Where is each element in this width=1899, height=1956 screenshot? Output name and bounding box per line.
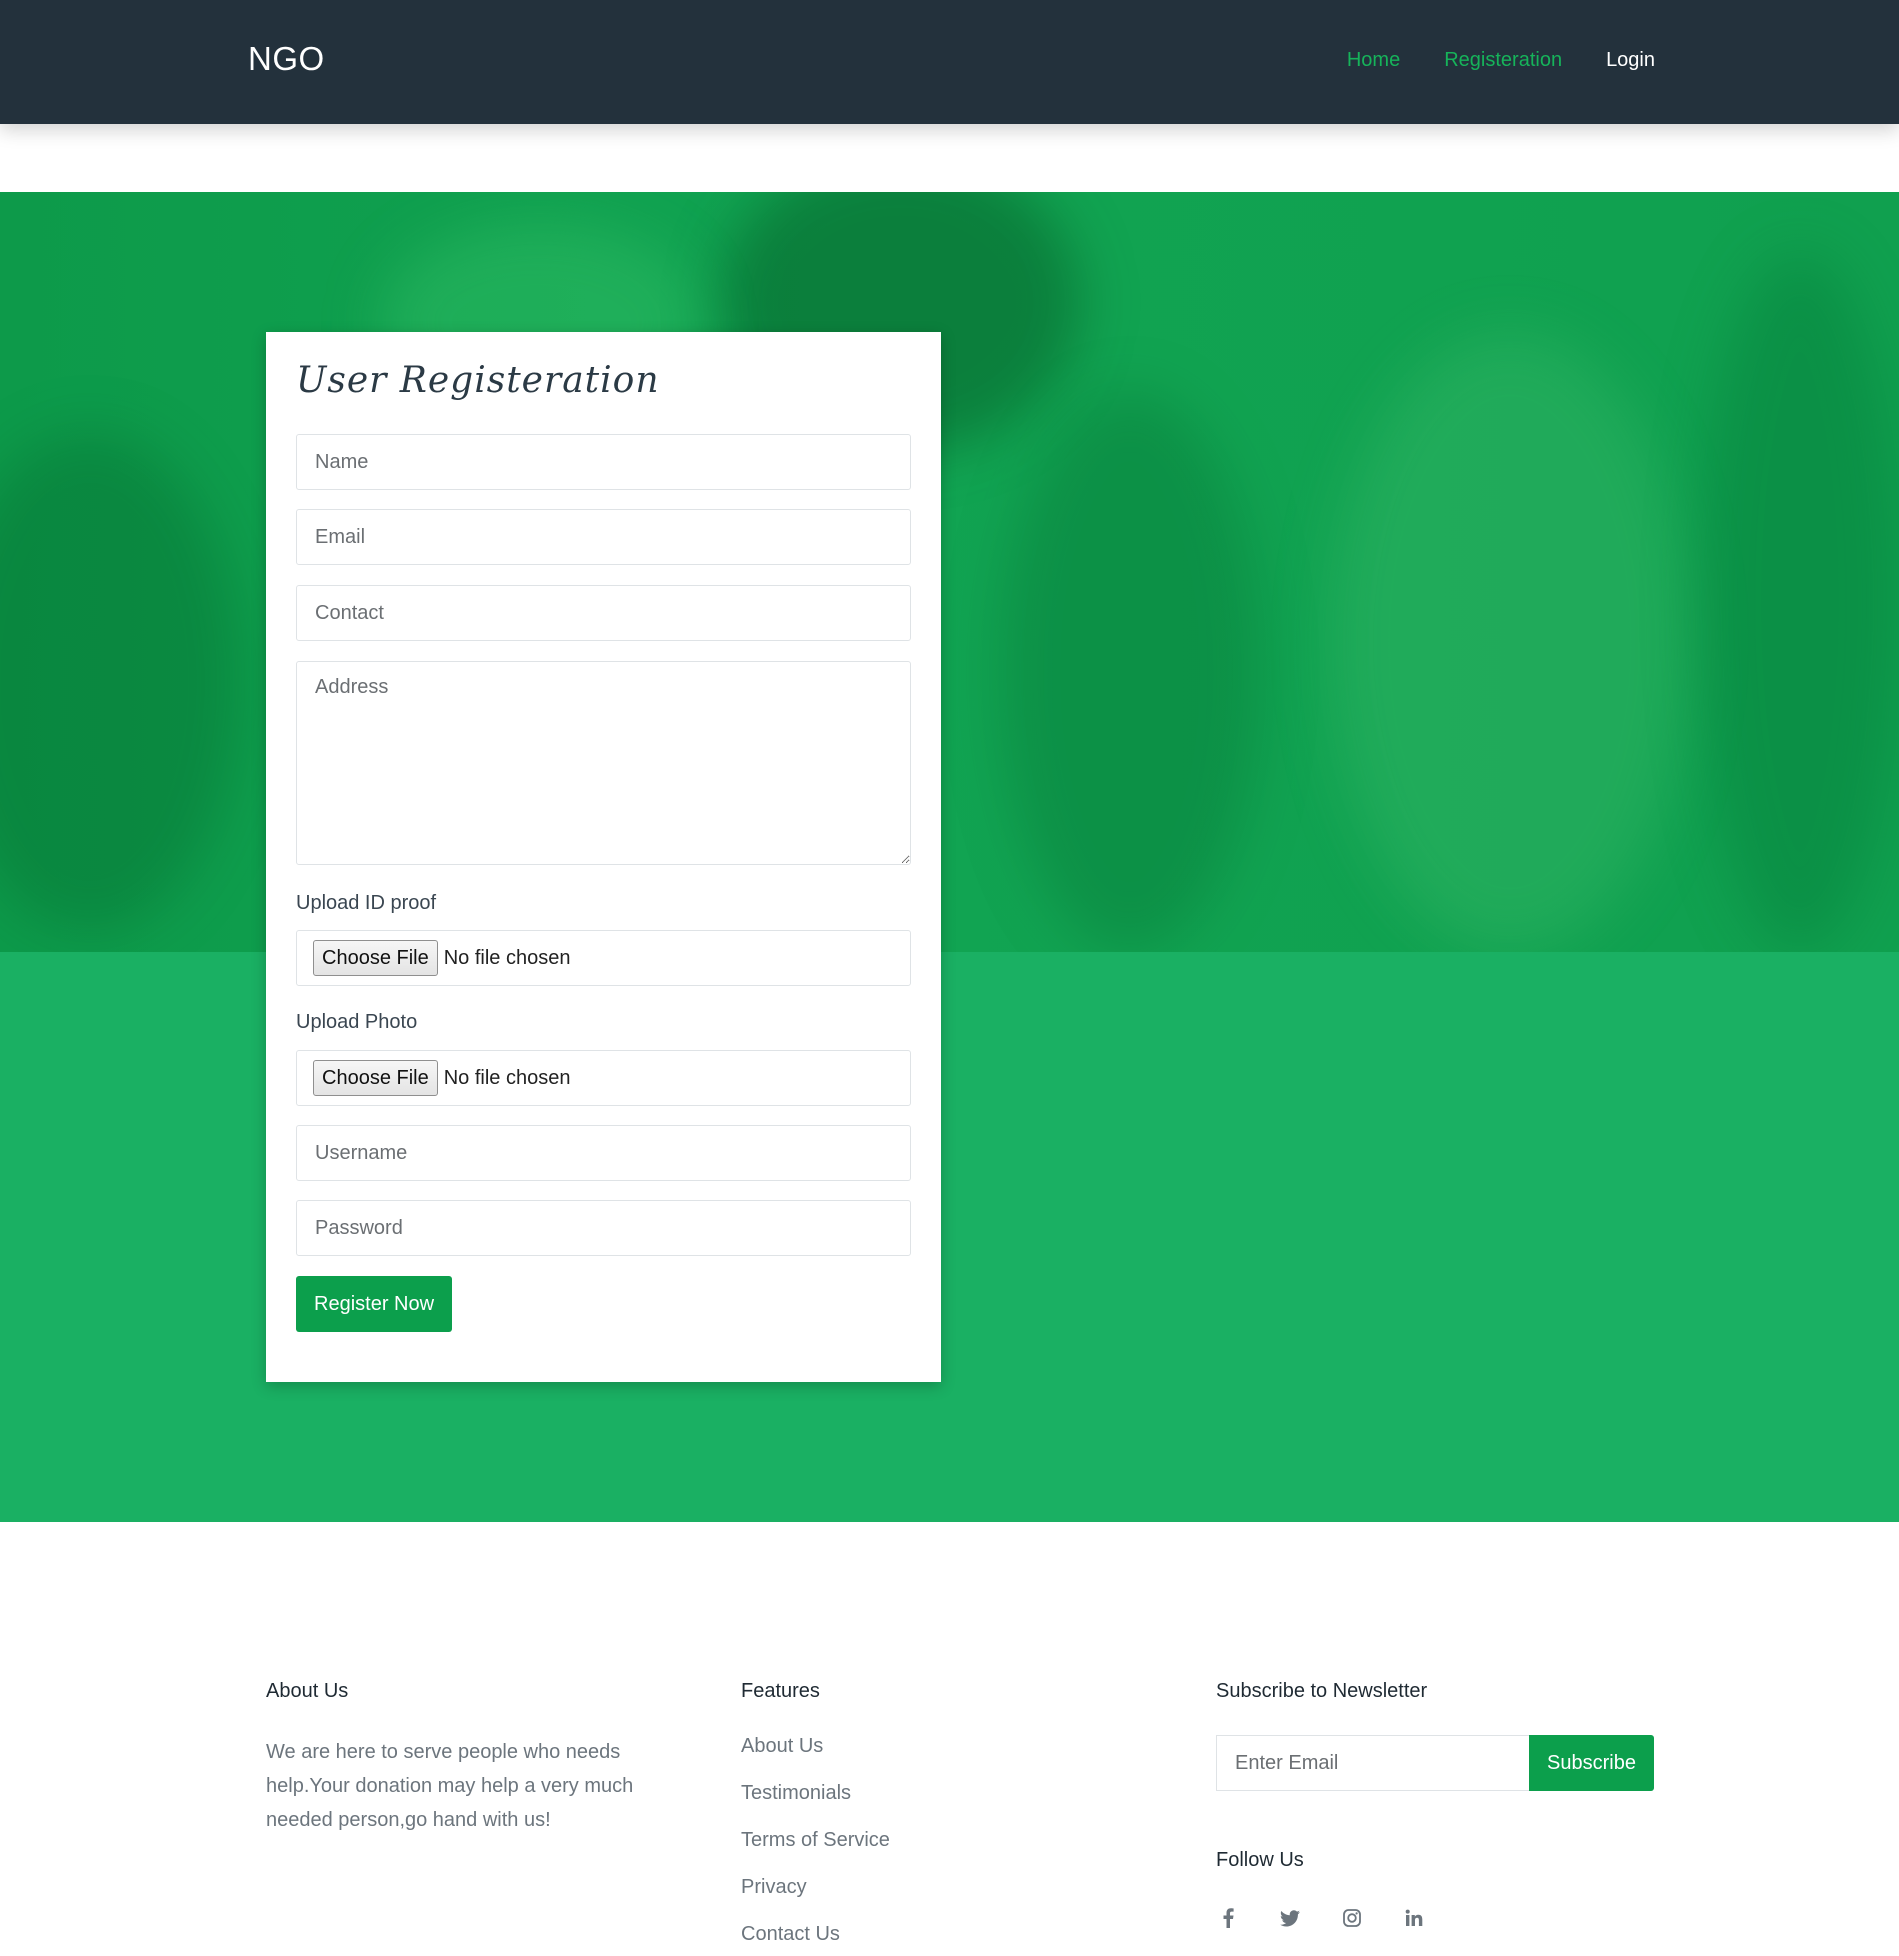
twitter-icon[interactable] bbox=[1278, 1906, 1302, 1930]
registration-card: User Registeration Upload ID proof Choos… bbox=[266, 332, 941, 1382]
nav-registration-link[interactable]: Registeration bbox=[1444, 49, 1562, 72]
id-proof-file-status: No file chosen bbox=[443, 946, 571, 969]
top-navbar: NGO Home Registeration Login bbox=[0, 0, 1899, 124]
contact-input[interactable] bbox=[296, 585, 911, 641]
brand-logo[interactable]: NGO bbox=[248, 40, 325, 78]
follow-us-heading: Follow Us bbox=[1216, 1849, 1304, 1871]
id-proof-choose-file-button[interactable]: Choose File bbox=[313, 940, 438, 976]
footer-about-text: We are here to serve people who needs he… bbox=[266, 1741, 634, 1831]
main-nav: Home Registeration Login bbox=[1347, 49, 1655, 72]
subscribe-button[interactable]: Subscribe bbox=[1529, 1735, 1654, 1791]
address-textarea[interactable] bbox=[296, 661, 911, 865]
footer-about-heading: About Us bbox=[266, 1680, 349, 1702]
instagram-icon[interactable] bbox=[1340, 1906, 1364, 1930]
photo-file-status: No file chosen bbox=[443, 1066, 571, 1089]
id-proof-label: Upload ID proof bbox=[296, 892, 437, 914]
footer-link-contact-us[interactable]: Contact Us bbox=[741, 1923, 890, 1956]
nav-login-link[interactable]: Login bbox=[1606, 49, 1655, 72]
newsletter-email-input[interactable] bbox=[1216, 1735, 1529, 1791]
footer-features-list: About Us Testimonials Terms of Service P… bbox=[741, 1735, 890, 1956]
newsletter-form: Subscribe bbox=[1216, 1735, 1654, 1791]
photo-label: Upload Photo bbox=[296, 1011, 418, 1033]
name-input[interactable] bbox=[296, 434, 911, 490]
footer-features-heading: Features bbox=[741, 1680, 820, 1702]
facebook-icon[interactable] bbox=[1216, 1906, 1240, 1930]
footer-link-privacy[interactable]: Privacy bbox=[741, 1876, 890, 1923]
photo-file-input: Choose File No file chosen bbox=[296, 1050, 911, 1106]
footer-about-section: About Us We are here to serve people who… bbox=[266, 1680, 666, 1837]
footer-link-about-us[interactable]: About Us bbox=[741, 1735, 890, 1782]
footer-newsletter-heading: Subscribe to Newsletter bbox=[1216, 1680, 1428, 1702]
footer-features-section: Features About Us Testimonials Terms of … bbox=[741, 1680, 890, 1956]
nav-home-link[interactable]: Home bbox=[1347, 49, 1400, 72]
password-input[interactable] bbox=[296, 1200, 911, 1256]
social-icons bbox=[1216, 1906, 1426, 1930]
linkedin-icon[interactable] bbox=[1402, 1906, 1426, 1930]
register-now-button[interactable]: Register Now bbox=[296, 1276, 453, 1332]
id-proof-file-input: Choose File No file chosen bbox=[296, 930, 911, 986]
username-input[interactable] bbox=[296, 1125, 911, 1181]
footer-link-terms-of-service[interactable]: Terms of Service bbox=[741, 1829, 890, 1876]
footer-newsletter-section: Subscribe to Newsletter bbox=[1216, 1680, 1427, 1703]
email-input[interactable] bbox=[296, 509, 911, 565]
footer-link-testimonials[interactable]: Testimonials bbox=[741, 1782, 890, 1829]
form-title: User Registeration bbox=[296, 360, 660, 401]
photo-choose-file-button[interactable]: Choose File bbox=[313, 1060, 438, 1096]
